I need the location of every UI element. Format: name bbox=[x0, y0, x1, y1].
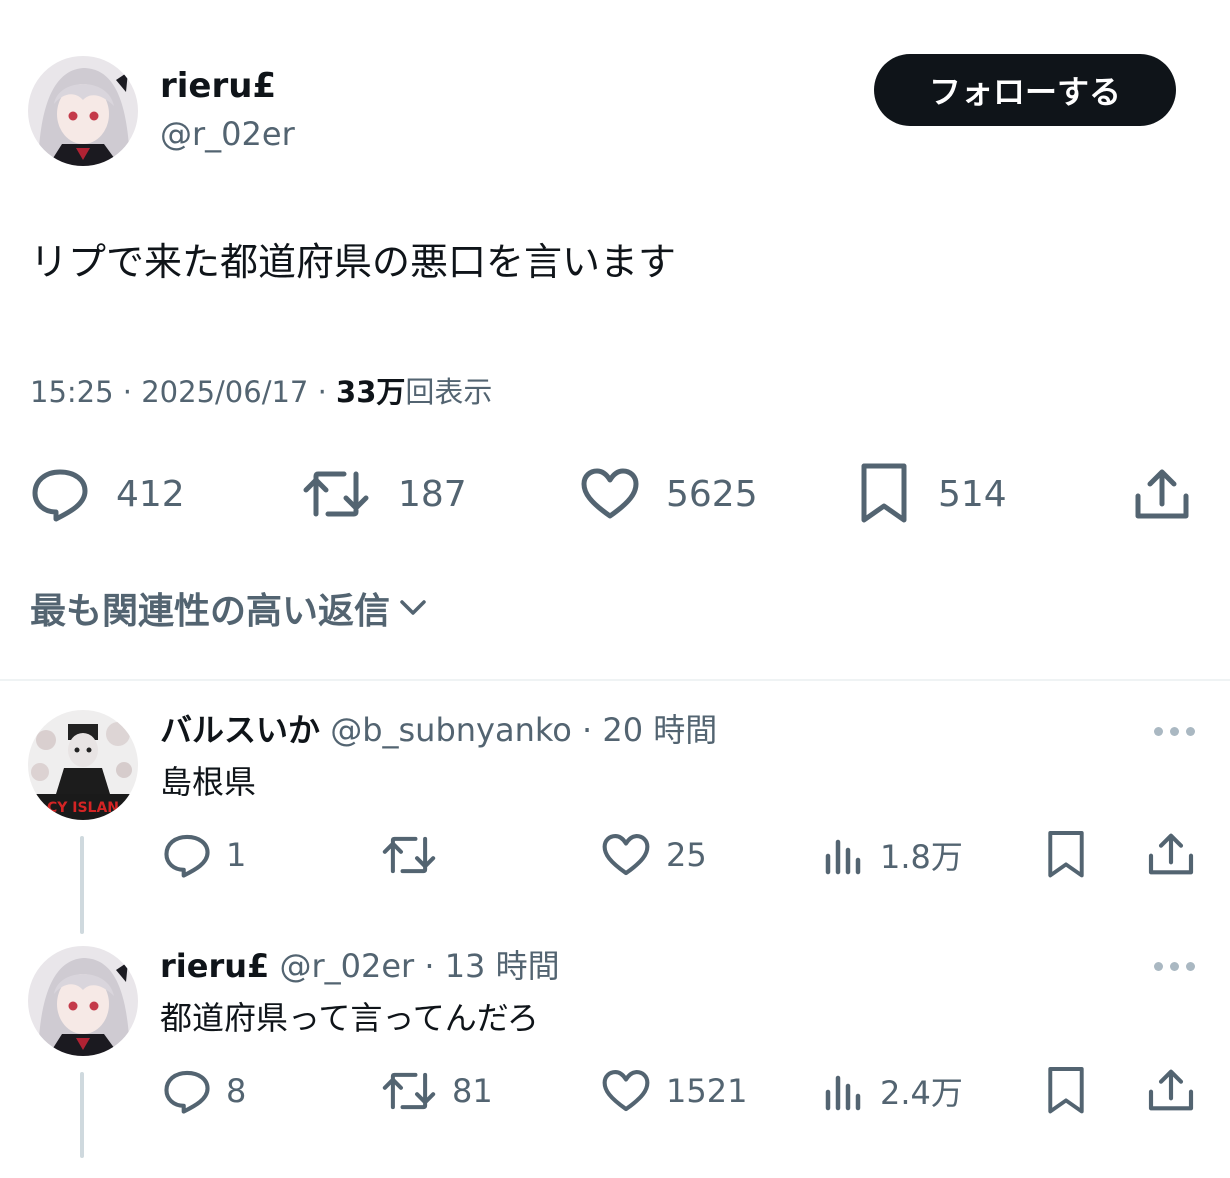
follow-button[interactable]: フォローする bbox=[874, 54, 1176, 126]
bookmark-icon[interactable] bbox=[1044, 828, 1088, 882]
author-handle[interactable]: @r_02er bbox=[160, 114, 295, 154]
reply-author-name[interactable]: バルスいか bbox=[160, 711, 320, 749]
share-icon[interactable] bbox=[1146, 1066, 1196, 1114]
reply-sort-label: 最も関連性の高い返信 bbox=[30, 591, 391, 632]
chevron-down-icon bbox=[396, 596, 430, 620]
views-label: 回表示 bbox=[405, 375, 493, 409]
reply-views-count: 2.4万 bbox=[880, 1074, 963, 1112]
views-icon bbox=[822, 1068, 866, 1114]
like-icon bbox=[600, 832, 652, 878]
reply-header: rieru£ @r_02er · 13 時間 bbox=[160, 946, 560, 986]
tweet-meta: 15:25 · 2025/06/17 · 33万回表示 bbox=[30, 370, 492, 414]
reply-reply-count: 1 bbox=[226, 836, 247, 874]
views-unit: 万 bbox=[376, 375, 406, 409]
reply-author-handle[interactable]: @b_subnyanko bbox=[330, 711, 572, 749]
reply-avatar[interactable] bbox=[28, 946, 138, 1056]
views-count: 33 bbox=[336, 375, 377, 409]
reply-reply-action[interactable]: 1 bbox=[162, 832, 246, 878]
tweet-text: リプで来た都道府県の悪口を言います bbox=[30, 240, 677, 284]
bookmark-icon bbox=[856, 462, 912, 526]
reply-sort-selector[interactable]: 最も関連性の高い返信 bbox=[30, 582, 430, 634]
reply-time[interactable]: 20 時間 bbox=[602, 711, 717, 749]
reply-like-action[interactable]: 1521 bbox=[600, 1068, 747, 1114]
reply-avatar[interactable]: CY ISLAN bbox=[28, 710, 138, 820]
reply-like-action[interactable]: 25 bbox=[600, 832, 707, 878]
reply-views-count: 1.8万 bbox=[880, 838, 963, 876]
reply-count: 412 bbox=[116, 473, 185, 515]
thread-line bbox=[80, 836, 84, 934]
reply-retweet-action[interactable] bbox=[380, 832, 452, 878]
author-name[interactable]: rieru£ bbox=[160, 66, 276, 106]
like-count: 5625 bbox=[666, 473, 758, 515]
reply-like-count: 25 bbox=[666, 836, 707, 874]
reply-text: 島根県 bbox=[160, 763, 257, 801]
retweet-icon bbox=[380, 832, 438, 878]
like-icon bbox=[600, 1068, 652, 1114]
reply-views-action[interactable]: 1.8万 bbox=[822, 832, 963, 878]
tweet-date[interactable]: 2025/06/17 bbox=[141, 375, 308, 409]
like-icon bbox=[580, 466, 640, 522]
views-icon bbox=[822, 832, 866, 878]
meta-separator: · bbox=[424, 947, 435, 985]
thread-line bbox=[80, 1072, 84, 1158]
reply-reply-action[interactable]: 8 bbox=[162, 1068, 246, 1114]
meta-separator: · bbox=[122, 375, 142, 409]
more-icon[interactable] bbox=[1154, 962, 1195, 971]
section-divider bbox=[0, 679, 1230, 681]
retweet-icon bbox=[300, 466, 372, 522]
reply-icon bbox=[162, 1068, 212, 1114]
reply-header: バルスいか @b_subnyanko · 20 時間 bbox=[160, 710, 717, 750]
reply-time[interactable]: 13 時間 bbox=[445, 947, 560, 985]
reply-views-action[interactable]: 2.4万 bbox=[822, 1068, 963, 1114]
reply-text: 都道府県って言ってんだろ bbox=[160, 999, 539, 1037]
reply-icon bbox=[30, 466, 90, 522]
reply-author-handle[interactable]: @r_02er bbox=[279, 947, 414, 985]
reply-reply-count: 8 bbox=[226, 1072, 247, 1110]
reply-icon bbox=[162, 832, 212, 878]
reply-like-count: 1521 bbox=[666, 1072, 748, 1110]
bookmark-action[interactable]: 514 bbox=[856, 462, 1007, 526]
reply-retweet-action[interactable]: 81 bbox=[380, 1068, 493, 1114]
meta-separator: · bbox=[582, 711, 593, 749]
share-icon[interactable] bbox=[1146, 830, 1196, 878]
avatar-caption: CY ISLAN bbox=[47, 800, 119, 816]
reply-author-name[interactable]: rieru£ bbox=[160, 947, 269, 985]
tweet-time[interactable]: 15:25 bbox=[30, 375, 114, 409]
author-avatar[interactable] bbox=[28, 56, 138, 166]
bookmark-count: 514 bbox=[938, 473, 1007, 515]
share-icon[interactable] bbox=[1132, 466, 1192, 522]
like-action[interactable]: 5625 bbox=[580, 466, 758, 522]
retweet-count: 187 bbox=[398, 473, 467, 515]
reply-retweet-count: 81 bbox=[452, 1072, 493, 1110]
more-icon[interactable] bbox=[1154, 727, 1195, 736]
reply-action[interactable]: 412 bbox=[30, 466, 185, 522]
retweet-action[interactable]: 187 bbox=[300, 466, 467, 522]
retweet-icon bbox=[380, 1068, 438, 1114]
meta-separator: · bbox=[317, 375, 337, 409]
bookmark-icon[interactable] bbox=[1044, 1064, 1088, 1118]
